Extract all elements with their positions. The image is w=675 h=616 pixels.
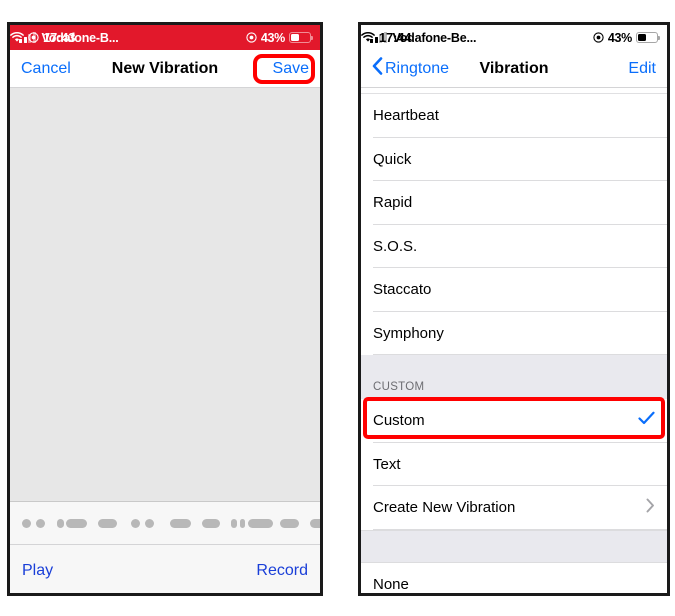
list-item-accessory <box>646 498 655 518</box>
list-item-label: Heartbeat <box>373 107 439 125</box>
edit-button[interactable]: Edit <box>628 60 656 78</box>
location-services-icon <box>246 32 257 43</box>
record-button[interactable]: Record <box>256 562 308 580</box>
vibration-pattern-segment <box>98 518 117 528</box>
vibration-pattern-segment <box>22 518 31 528</box>
list-item-label: Text <box>373 455 401 473</box>
carrier-label: Vodafone-Be... <box>392 30 477 45</box>
list-item-wrapper: Create New Vibration <box>361 486 667 530</box>
cancel-button[interactable]: Cancel <box>21 60 71 78</box>
list-item-text[interactable]: Text <box>361 442 667 486</box>
vibration-pattern-segment <box>170 518 191 528</box>
list-item-label: Staccato <box>373 281 432 299</box>
chevron-left-icon <box>372 57 383 80</box>
list-item-wrapper: None <box>361 562 667 593</box>
list-item-create-new-vibration[interactable]: Create New Vibration <box>361 486 667 530</box>
vibration-pattern-segment <box>248 518 273 528</box>
vibration-pattern-segment <box>240 518 245 528</box>
vibration-pattern-segment <box>145 518 154 528</box>
list-item-wrapper: Text <box>361 442 667 486</box>
save-button[interactable]: Save <box>273 60 309 78</box>
list-item-wrapper: Quick <box>361 137 667 181</box>
list-item-staccato[interactable]: Staccato <box>361 268 667 312</box>
vibration-pattern-segment <box>66 518 87 528</box>
status-bar-right-group: 43% <box>246 30 313 45</box>
list-item-label: None <box>373 575 409 593</box>
play-button[interactable]: Play <box>22 562 53 580</box>
nav-bar-right: Ringtone Vibration Edit <box>361 50 667 88</box>
vibration-pattern-segment <box>202 518 220 528</box>
list-item-none[interactable]: None <box>361 562 667 593</box>
status-bar-left: Vodafone-B... 17:43 43% <box>10 25 320 50</box>
back-button-label: Ringtone <box>385 59 450 77</box>
vibration-pattern-segment <box>231 518 237 528</box>
list-item-rapid[interactable]: Rapid <box>361 181 667 225</box>
status-bar-right: Vodafone-Be... 17:44 43% <box>361 25 667 50</box>
list-item-quick[interactable]: Quick <box>361 137 667 181</box>
status-bar-left-group: Vodafone-B... <box>19 31 119 45</box>
status-bar-right-group: 43% <box>593 30 660 45</box>
back-button-ringtone[interactable]: Ringtone <box>372 57 449 80</box>
list-item-label: Custom <box>373 412 425 430</box>
phone-screenshot-right: Vodafone-Be... 17:44 43% Ringtone Vibrat… <box>358 22 670 596</box>
list-item-wrapper: Staccato <box>361 268 667 312</box>
checkmark-icon <box>638 411 655 430</box>
nav-bar-left: Cancel New Vibration Save <box>10 50 320 88</box>
list-item-label: Create New Vibration <box>373 499 516 517</box>
section-header-custom: CUSTOM <box>361 355 667 399</box>
list-item-s-o-s[interactable]: S.O.S. <box>361 224 667 268</box>
list-item-symphony[interactable]: Symphony <box>361 311 667 355</box>
list-item-custom[interactable]: Custom <box>361 399 667 443</box>
battery-percent-label: 43% <box>607 30 632 45</box>
battery-icon <box>636 32 660 43</box>
vibration-pattern-strip[interactable] <box>10 502 320 545</box>
vibration-pattern-segment <box>36 518 45 528</box>
status-bar-left-group: Vodafone-Be... <box>370 31 476 45</box>
battery-percent-label: 43% <box>260 30 285 45</box>
list-item-label: S.O.S. <box>373 237 418 255</box>
vibration-list[interactable]: Heartbeat Quick Rapid S.O.S. Staccato Symphon… <box>361 88 667 593</box>
vibration-pattern-segment <box>280 518 299 528</box>
chevron-right-icon <box>646 498 655 518</box>
battery-icon <box>289 32 313 43</box>
carrier-label: Vodafone-B... <box>41 30 119 45</box>
vibration-toolbar: Play Record <box>10 545 320 593</box>
list-item-label: Symphony <box>373 324 444 342</box>
list-item-accessory <box>638 411 655 430</box>
list-item-wrapper: Heartbeat <box>361 94 667 138</box>
vibration-record-canvas[interactable] <box>10 88 320 502</box>
vibration-pattern-segment <box>131 518 140 528</box>
list-item-wrapper: S.O.S. <box>361 224 667 268</box>
location-services-icon <box>593 32 604 43</box>
cellular-signal-icon <box>370 32 387 43</box>
list-item-wrapper: Custom <box>361 397 667 443</box>
vibration-pattern-segment <box>57 518 64 528</box>
vibration-pattern-segment <box>310 518 320 528</box>
list-item-wrapper: Rapid <box>361 181 667 225</box>
section-gap <box>361 529 667 563</box>
list-item-label: Quick <box>373 150 412 168</box>
list-item-wrapper: Symphony <box>361 311 667 355</box>
list-item-label: Rapid <box>373 194 413 212</box>
phone-screenshot-left: Vodafone-B... 17:43 43% Cancel New Vibra… <box>7 22 323 596</box>
cellular-signal-icon <box>19 32 36 43</box>
list-item-heartbeat[interactable]: Heartbeat <box>361 94 667 138</box>
